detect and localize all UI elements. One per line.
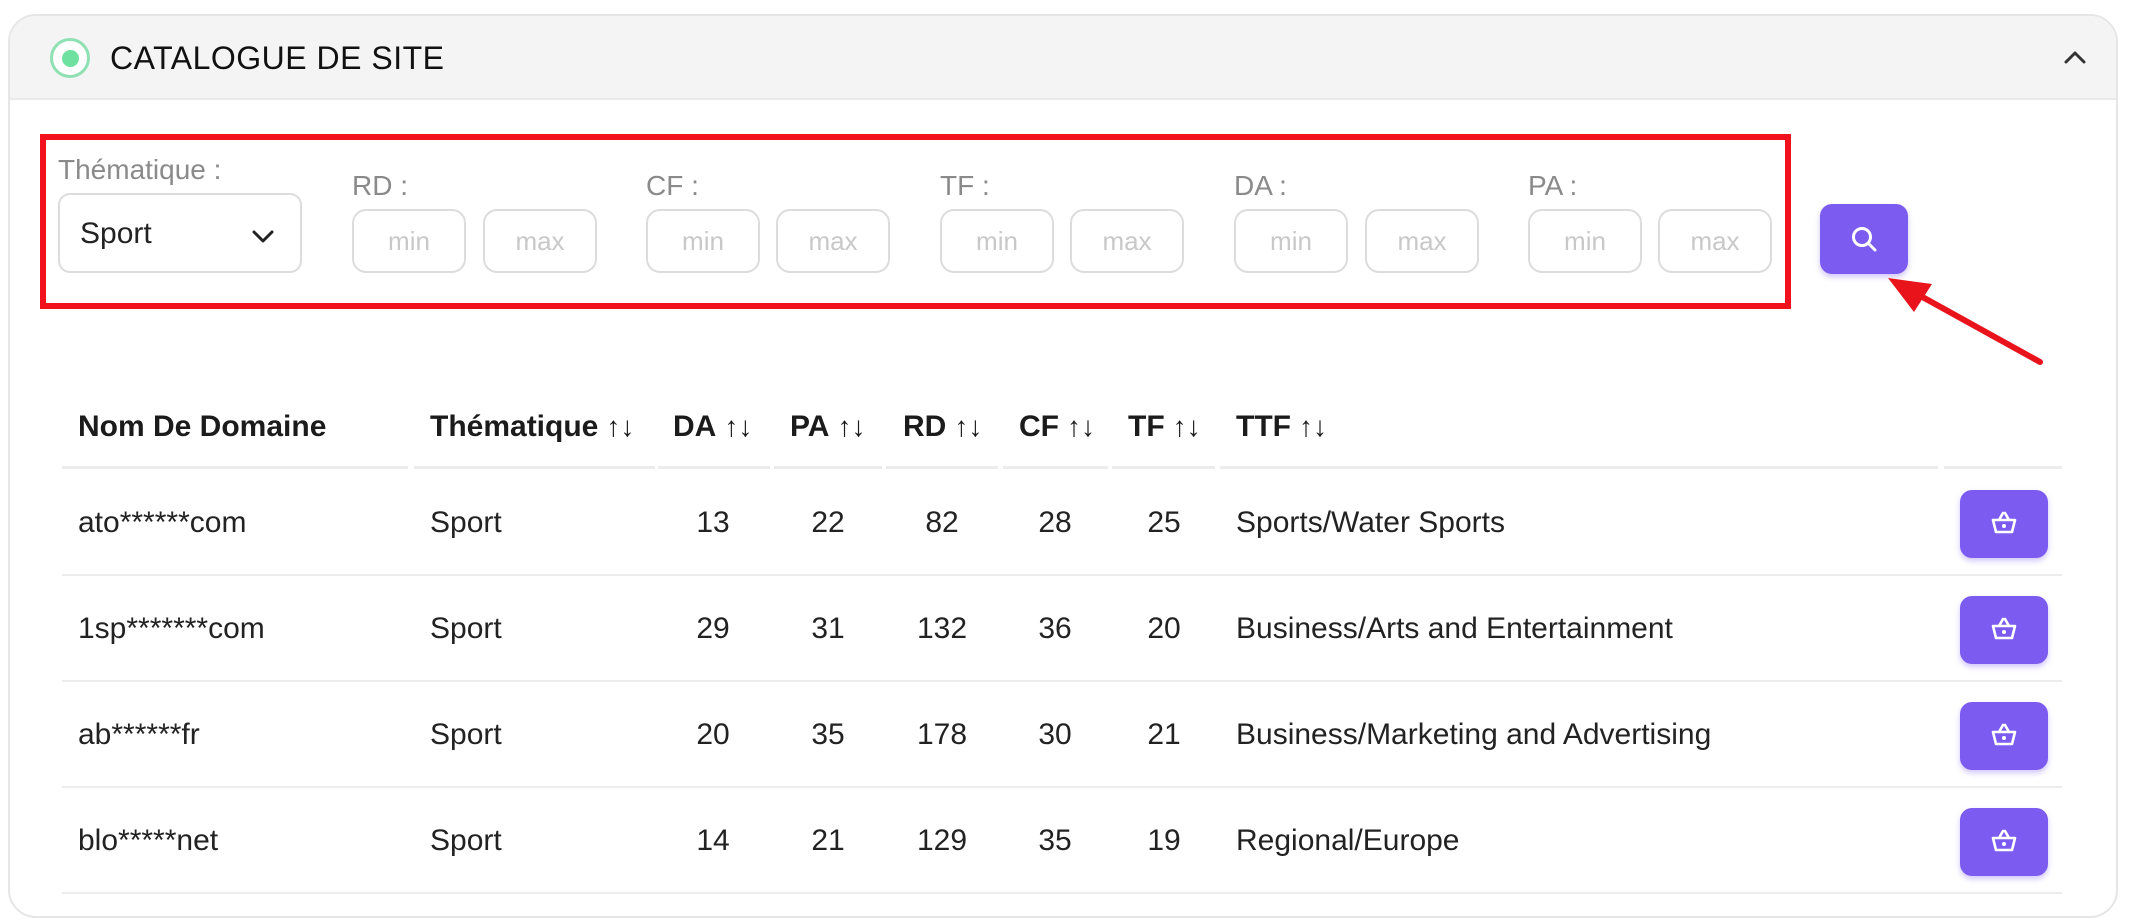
column-header-ttf[interactable]: TTF ↑↓: [1236, 410, 1327, 444]
domain-cell: ato******com: [78, 506, 247, 539]
da-filter-label: DA :: [1234, 170, 1287, 201]
row-divider: [62, 680, 2062, 682]
pa-cell: 21: [811, 824, 845, 857]
column-header-rd[interactable]: RD ↑↓: [903, 410, 982, 444]
cf-cell: 30: [1038, 718, 1072, 751]
domain-cell: 1sp*******com: [78, 612, 265, 645]
cf-max-input[interactable]: [776, 209, 890, 273]
da-cell: 29: [696, 612, 730, 645]
pa-cell: 35: [811, 718, 845, 751]
thematique-select-value: Sport: [80, 217, 152, 250]
ttf-cell: Business/Marketing and Advertising: [1236, 718, 1712, 751]
thematique-cell: Sport: [430, 718, 502, 751]
search-button[interactable]: [1820, 204, 1908, 274]
da-cell: 20: [696, 718, 730, 751]
header-divider: [658, 466, 770, 469]
add-to-basket-button[interactable]: [1960, 490, 2048, 558]
add-to-basket-button[interactable]: [1960, 808, 2048, 876]
column-header-tf[interactable]: TF ↑↓: [1128, 410, 1201, 444]
basket-icon: [1991, 617, 2017, 640]
column-header-da[interactable]: DA ↑↓: [673, 410, 752, 444]
domain-cell: ab******fr: [78, 718, 200, 751]
tf-cell: 20: [1147, 612, 1181, 645]
add-to-basket-button[interactable]: [1960, 702, 2048, 770]
header-divider: [414, 466, 655, 469]
header-divider: [886, 466, 998, 469]
domain-cell: blo*****net: [78, 824, 219, 857]
sort-icon: ↑↓: [837, 411, 866, 442]
rd-max-input[interactable]: [483, 209, 597, 273]
cf-filter-label: CF :: [646, 170, 699, 201]
status-dot-icon: [50, 38, 90, 78]
ttf-cell: Business/Arts and Entertainment: [1236, 612, 1673, 645]
header-divider: [1220, 466, 1938, 469]
header-divider: [1003, 466, 1108, 469]
sort-icon: ↑↓: [1067, 411, 1095, 442]
cf-cell: 36: [1038, 612, 1072, 645]
column-header-thematique[interactable]: Thématique ↑↓: [430, 410, 634, 444]
thematique-cell: Sport: [430, 506, 502, 539]
rd-cell: 82: [925, 506, 959, 539]
sort-icon: ↑↓: [606, 411, 635, 442]
ttf-cell: Regional/Europe: [1236, 824, 1460, 857]
pa-filter-label: PA :: [1528, 170, 1578, 201]
panel-title: CATALOGUE DE SITE: [110, 40, 445, 76]
chevron-up-icon[interactable]: [2058, 40, 2092, 74]
rd-cell: 129: [916, 824, 968, 857]
rd-min-input[interactable]: [352, 209, 466, 273]
add-to-basket-button[interactable]: [1960, 596, 2048, 664]
header-divider: [1944, 466, 2062, 469]
row-divider: [62, 574, 2062, 576]
da-min-input[interactable]: [1234, 209, 1348, 273]
chevron-down-icon: [252, 230, 274, 243]
basket-icon: [1991, 829, 2017, 852]
column-header-cf[interactable]: CF ↑↓: [1019, 410, 1095, 444]
sort-icon: ↑↓: [724, 411, 753, 442]
pa-max-input[interactable]: [1658, 209, 1772, 273]
column-header-domain: Nom De Domaine: [78, 410, 327, 443]
sort-icon: ↑↓: [1172, 411, 1201, 442]
column-header-pa[interactable]: PA ↑↓: [790, 410, 865, 444]
da-cell: 13: [696, 506, 730, 539]
cf-min-input[interactable]: [646, 209, 760, 273]
cf-cell: 28: [1038, 506, 1072, 539]
tf-min-input[interactable]: [940, 209, 1054, 273]
header-divider: [1112, 466, 1215, 469]
row-divider: [62, 786, 2062, 788]
tf-filter-label: TF :: [940, 170, 990, 201]
sort-icon: ↑↓: [954, 411, 983, 442]
rd-cell: 132: [916, 612, 968, 645]
pa-min-input[interactable]: [1528, 209, 1642, 273]
pa-cell: 22: [811, 506, 845, 539]
header-divider: [774, 466, 882, 469]
tf-max-input[interactable]: [1070, 209, 1184, 273]
ttf-cell: Sports/Water Sports: [1236, 506, 1505, 539]
sort-icon: ↑↓: [1298, 411, 1327, 442]
da-cell: 14: [696, 824, 730, 857]
thematique-cell: Sport: [430, 612, 502, 645]
tf-cell: 25: [1147, 506, 1181, 539]
da-max-input[interactable]: [1365, 209, 1479, 273]
thematique-filter-label: Thématique :: [58, 154, 222, 185]
thematique-cell: Sport: [430, 824, 502, 857]
tf-cell: 21: [1147, 718, 1181, 751]
cf-cell: 35: [1038, 824, 1072, 857]
pa-cell: 31: [811, 612, 845, 645]
rd-cell: 178: [916, 718, 968, 751]
header-divider: [62, 466, 408, 469]
basket-icon: [1991, 511, 2017, 534]
panel-header[interactable]: CATALOGUE DE SITE: [10, 16, 2116, 100]
red-arrow-annotation: [1888, 278, 2043, 365]
row-divider: [62, 892, 2062, 894]
search-icon: [1852, 227, 1877, 252]
tf-cell: 19: [1147, 824, 1181, 857]
basket-icon: [1991, 723, 2017, 746]
thematique-select[interactable]: Sport: [58, 193, 302, 273]
rd-filter-label: RD :: [352, 170, 408, 201]
